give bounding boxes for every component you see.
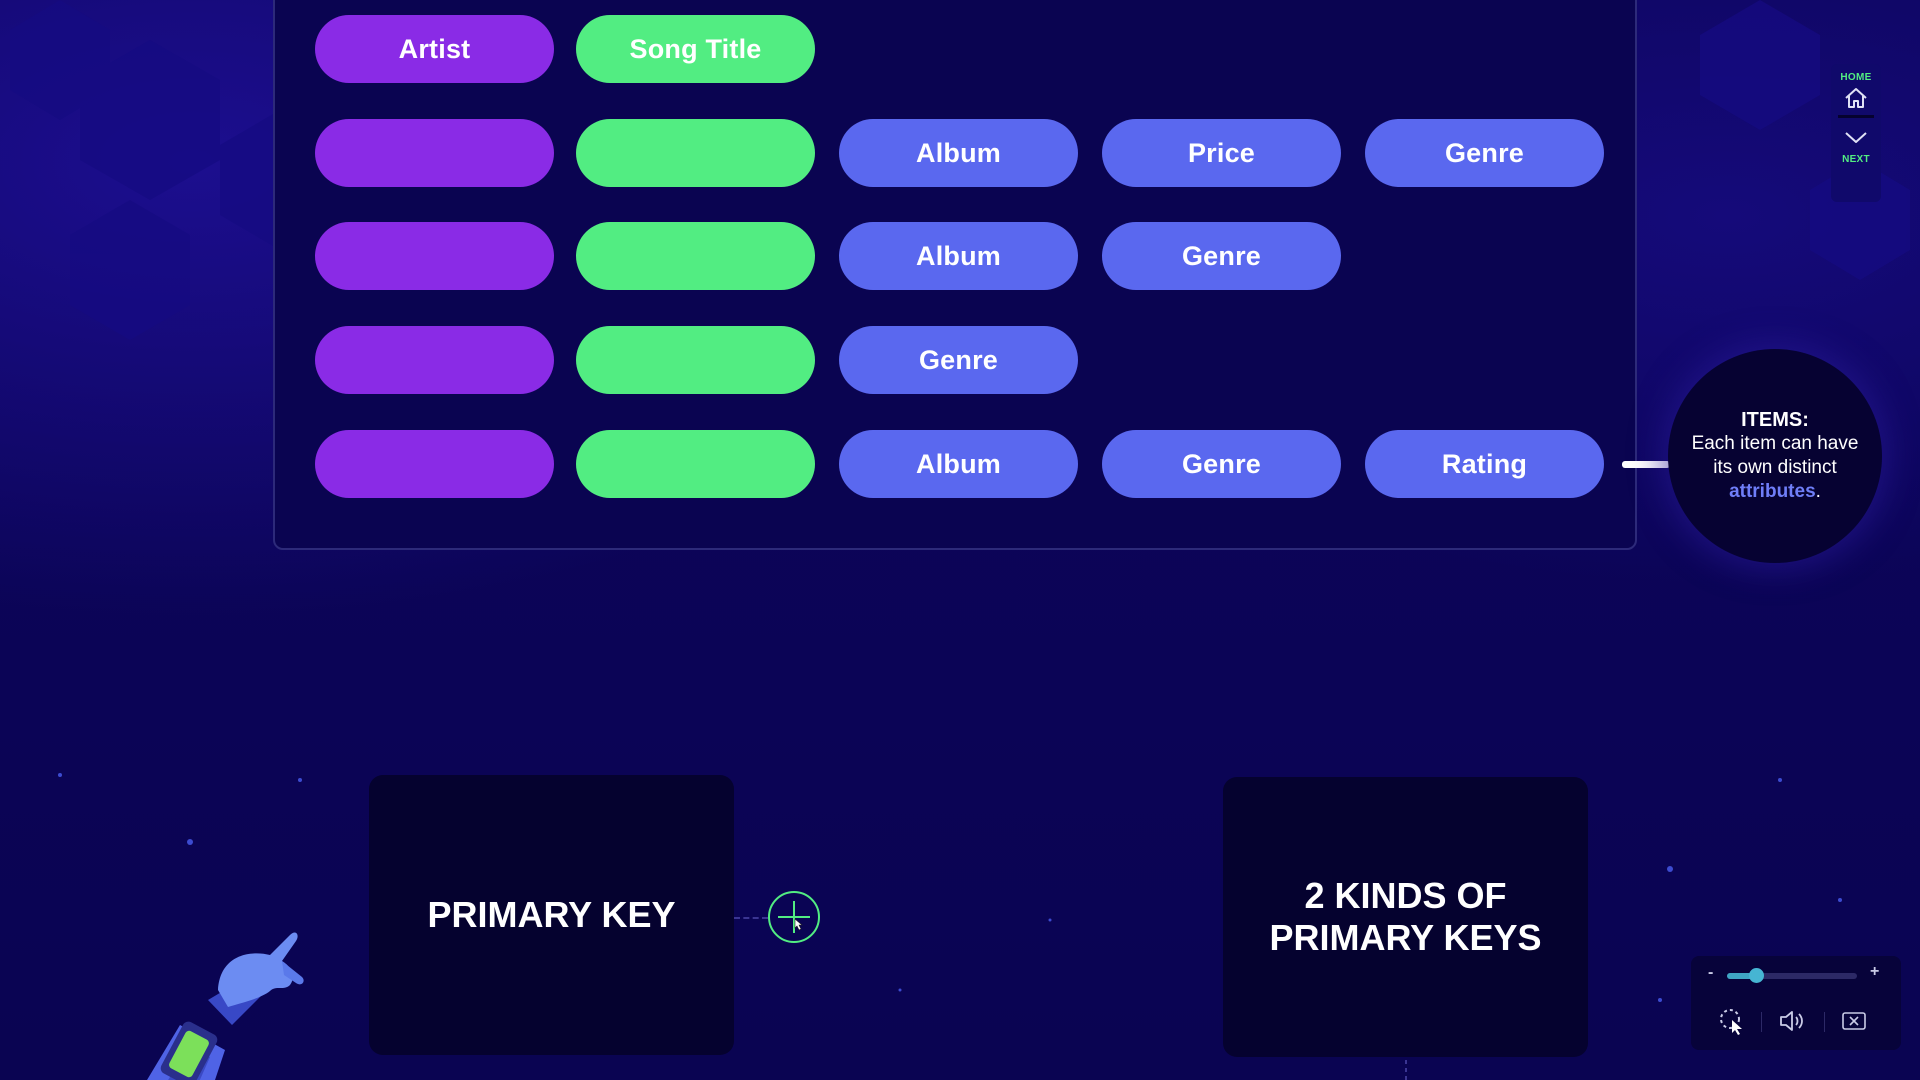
artist-cell[interactable] xyxy=(315,430,554,498)
song-title-cell[interactable] xyxy=(576,326,815,394)
attribute-pill-genre[interactable]: Genre xyxy=(839,326,1078,394)
attribute-pill-genre[interactable]: Genre xyxy=(1102,222,1341,290)
kinds-title-line2: PRIMARY KEYS xyxy=(1269,917,1542,958)
attribute-pill-rating[interactable]: Rating xyxy=(1365,430,1604,498)
volume-increase-button[interactable]: + xyxy=(1870,963,1879,981)
kinds-title-line1: 2 KINDS OF xyxy=(1304,875,1507,916)
nav-widget: HOME NEXT xyxy=(1831,64,1881,202)
home-icon[interactable] xyxy=(1843,85,1869,111)
add-button[interactable] xyxy=(768,891,820,943)
chevron-down-icon[interactable] xyxy=(1843,128,1869,148)
artist-cell[interactable] xyxy=(315,222,554,290)
controls-separator xyxy=(1824,1012,1825,1032)
attribute-pill-album[interactable]: Album xyxy=(839,119,1078,187)
attribute-pill-price[interactable]: Price xyxy=(1102,119,1341,187)
callout-connector xyxy=(1622,461,1670,468)
header-pill-artist[interactable]: Artist xyxy=(315,15,554,83)
volume-icon[interactable] xyxy=(1777,1006,1807,1036)
attribute-pill-album[interactable]: Album xyxy=(839,430,1078,498)
robot-hand-illustration xyxy=(147,932,304,1080)
plus-icon xyxy=(778,901,810,933)
callout-text: Each item can have its own distinct attr… xyxy=(1690,432,1860,504)
primary-key-card[interactable]: PRIMARY KEY xyxy=(369,775,734,1055)
volume-slider-knob[interactable] xyxy=(1748,968,1764,983)
callout-end: . xyxy=(1815,481,1821,502)
items-callout: ITEMS: Each item can have its own distin… xyxy=(1668,349,1882,563)
primary-key-title: PRIMARY KEY xyxy=(427,894,676,935)
song-title-cell[interactable] xyxy=(576,119,815,187)
artist-cell[interactable] xyxy=(315,326,554,394)
attribute-pill-genre[interactable]: Genre xyxy=(1365,119,1604,187)
dashed-connector xyxy=(734,917,768,919)
nav-divider xyxy=(1838,115,1874,118)
callout-accent: attributes xyxy=(1729,481,1816,502)
callout-body: Each item can have its own distinct xyxy=(1691,433,1859,478)
volume-slider[interactable] xyxy=(1727,968,1857,983)
kinds-of-primary-keys-card[interactable]: 2 KINDS OF PRIMARY KEYS xyxy=(1223,777,1588,1057)
next-label[interactable]: NEXT xyxy=(1842,154,1870,165)
song-title-cell[interactable] xyxy=(576,222,815,290)
song-title-cell[interactable] xyxy=(576,430,815,498)
callout-heading: ITEMS: xyxy=(1741,409,1809,431)
volume-decrease-button[interactable]: - xyxy=(1708,964,1713,982)
home-label[interactable]: HOME xyxy=(1840,72,1871,83)
cursor-icon[interactable] xyxy=(1717,1006,1747,1036)
attribute-pill-album[interactable]: Album xyxy=(839,222,1078,290)
close-captions-icon[interactable] xyxy=(1839,1006,1869,1036)
player-controls: - + xyxy=(1691,956,1901,1050)
attribute-pill-genre[interactable]: Genre xyxy=(1102,430,1341,498)
controls-separator xyxy=(1761,1012,1762,1032)
artist-cell[interactable] xyxy=(315,119,554,187)
stage: Artist Song Title Album Price Genre Album Genr… xyxy=(0,0,1920,1080)
header-pill-song-title[interactable]: Song Title xyxy=(576,15,815,83)
